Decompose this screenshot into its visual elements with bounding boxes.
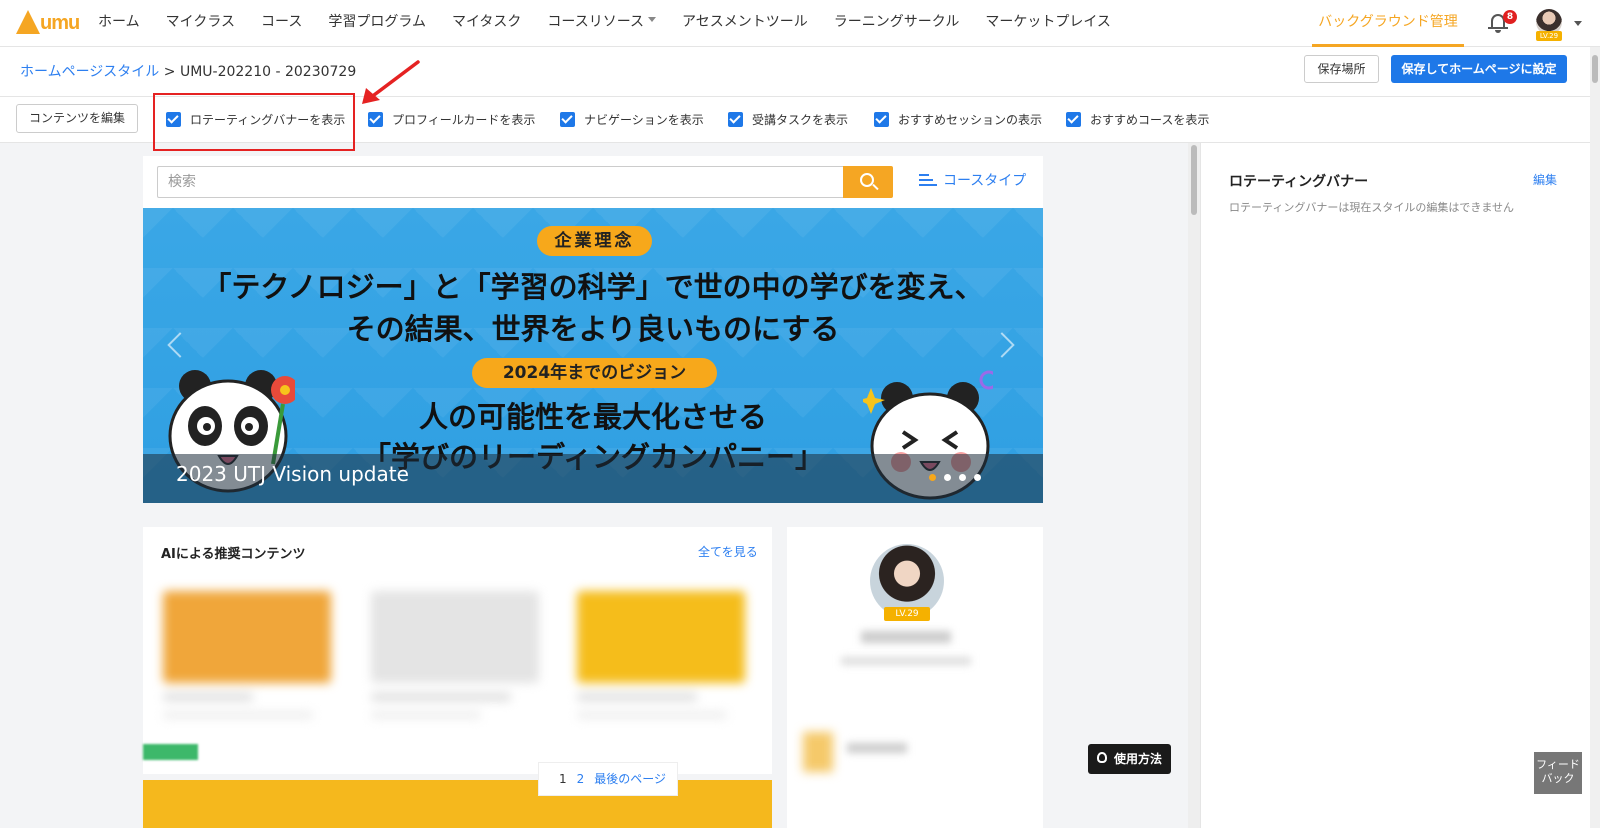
banner-dot[interactable] xyxy=(959,474,966,481)
search-button[interactable] xyxy=(843,166,893,198)
breadcrumb-current: UMU-202210 - 20230729 xyxy=(179,64,357,80)
nav-item-home[interactable]: ホーム xyxy=(98,0,140,47)
homepage-preview: 検索 コースタイプ 企業理念 「テクノロジー」と「学習の科学」で世の中の学びを変… xyxy=(143,156,1043,828)
banner-pill-philosophy: 企業理念 xyxy=(537,226,652,256)
rotating-banner[interactable]: 企業理念 「テクノロジー」と「学習の科学」で世の中の学びを変え、 その結果、世界… xyxy=(143,208,1043,503)
profile-item-blurred xyxy=(803,732,833,772)
main-menu: ホーム マイクラス コース 学習プログラム マイタスク コースリソース アセスメ… xyxy=(98,0,1137,47)
toggle-navigation[interactable]: ナビゲーションを表示 xyxy=(560,111,704,127)
nav-item-learning-program[interactable]: 学習プログラム xyxy=(328,0,426,47)
nav-item-learning-circle[interactable]: ラーニングサークル xyxy=(834,0,960,47)
nav-item-my-class[interactable]: マイクラス xyxy=(166,0,235,47)
umu-logo[interactable]: umu xyxy=(16,8,80,40)
profile-name-blurred xyxy=(861,631,951,643)
course-type-filter[interactable]: コースタイプ xyxy=(919,170,1026,190)
lightbulb-icon xyxy=(1097,752,1107,763)
notification-badge: 8 xyxy=(1503,10,1517,24)
search-icon xyxy=(860,173,874,187)
content-card[interactable] xyxy=(155,581,339,761)
banner-line-2: その結果、世界をより良いものにする xyxy=(346,312,840,346)
nav-item-course-resource-label: コースリソース xyxy=(547,14,645,30)
page-2[interactable]: 2 xyxy=(577,772,585,786)
content-card[interactable] xyxy=(569,581,753,761)
scrollbar-thumb[interactable] xyxy=(1191,145,1197,215)
user-level-badge: LV.29 xyxy=(1536,31,1562,41)
page-1[interactable]: 1 xyxy=(559,772,567,786)
toggle-profile-card[interactable]: プロフィールカードを表示 xyxy=(368,111,535,127)
nav-item-my-task[interactable]: マイタスク xyxy=(452,0,521,47)
banner-caption: 2023 UTJ Vision update xyxy=(176,462,409,486)
checkbox-checked-icon[interactable] xyxy=(728,111,743,127)
annotation-arrow-icon xyxy=(362,60,420,104)
banner-dot[interactable] xyxy=(944,474,951,481)
checkbox-checked-icon[interactable] xyxy=(1066,111,1081,127)
checkbox-checked-icon[interactable] xyxy=(560,111,575,127)
top-navigation: umu ホーム マイクラス コース 学習プログラム マイタスク コースリソース … xyxy=(0,0,1600,47)
panel-title: ロテーティングバナー xyxy=(1229,174,1369,190)
toggle-label: プロフィールカードを表示 xyxy=(392,112,536,127)
save-and-set-homepage-button[interactable]: 保存してホームページに設定 xyxy=(1391,55,1567,83)
tag-badge xyxy=(143,744,198,760)
toggle-label: おすすめセッションの表示 xyxy=(898,112,1043,127)
preview-scrollbar[interactable] xyxy=(1188,143,1200,828)
highlight-annotation-box xyxy=(153,93,355,151)
banner-pagination xyxy=(929,474,989,481)
breadcrumb: ホームページスタイル > UMU-202210 - 20230729 xyxy=(20,61,356,81)
style-header-bar: ホームページスタイル > UMU-202210 - 20230729 保存場所 … xyxy=(0,47,1590,97)
banner-dot[interactable] xyxy=(974,474,981,481)
content-card[interactable] xyxy=(363,581,547,761)
save-location-button[interactable]: 保存場所 xyxy=(1304,55,1379,83)
search-input[interactable]: 検索 xyxy=(157,166,844,198)
breadcrumb-link-homepage-style[interactable]: ホームページスタイル xyxy=(20,64,159,80)
see-all-link[interactable]: 全てを見る xyxy=(698,543,758,560)
profile-info-blurred xyxy=(841,657,971,665)
background-manage-tab[interactable]: バックグラウンド管理 xyxy=(1312,0,1464,47)
nav-item-course-resource[interactable]: コースリソース xyxy=(547,0,657,47)
logo-mark-icon xyxy=(16,10,40,34)
checkbox-checked-icon[interactable] xyxy=(874,111,889,127)
toggle-label: おすすめコースを表示 xyxy=(1090,112,1210,127)
how-to-use-label: 使用方法 xyxy=(1114,752,1163,766)
nav-item-marketplace[interactable]: マーケットプレイス xyxy=(985,0,1111,47)
chevron-down-icon[interactable] xyxy=(1574,21,1582,26)
nav-item-assessment[interactable]: アセスメントツール xyxy=(682,0,808,47)
logo-text: umu xyxy=(40,12,80,34)
profile-level-badge: LV.29 xyxy=(884,607,930,621)
toggle-label: ナビゲーションを表示 xyxy=(584,112,704,127)
banner-line-1: 「テクノロジー」と「学習の科学」で世の中の学びを変え、 xyxy=(202,270,984,304)
pagination: 1 2 最後のページ xyxy=(538,762,678,796)
profile-card: LV.29 xyxy=(787,527,1043,828)
panel-description: ロテーティングバナーは現在スタイルの編集はできません xyxy=(1229,201,1515,214)
filter-list-icon xyxy=(919,173,937,187)
search-panel: 検索 コースタイプ xyxy=(143,156,1043,208)
chevron-down-icon xyxy=(648,16,657,22)
settings-panel: ロテーティングバナー 編集 ロテーティングバナーは現在スタイルの編集はできません xyxy=(1200,143,1590,828)
toggle-recommended-sessions[interactable]: おすすめセッションの表示 xyxy=(874,111,1042,127)
last-page-link[interactable]: 最後のページ xyxy=(594,772,666,786)
profile-item-blurred xyxy=(847,743,907,753)
feedback-button[interactable]: フィードバック xyxy=(1534,752,1582,794)
scrollbar-thumb[interactable] xyxy=(1592,55,1598,83)
section-title: AIによる推奨コンテンツ xyxy=(161,547,306,562)
panel-edit-link[interactable]: 編集 xyxy=(1533,171,1557,188)
toggle-label: 受講タスクを表示 xyxy=(752,112,849,127)
banner-dot[interactable] xyxy=(929,474,936,481)
how-to-use-button[interactable]: 使用方法 xyxy=(1088,744,1171,774)
nav-item-course[interactable]: コース xyxy=(261,0,302,47)
ai-recommended-section: AIによる推奨コンテンツ 全てを見る xyxy=(143,527,772,774)
checkbox-checked-icon[interactable] xyxy=(368,111,383,127)
toggle-recommended-courses[interactable]: おすすめコースを表示 xyxy=(1066,111,1209,127)
page-scrollbar[interactable] xyxy=(1590,47,1600,828)
course-type-label: コースタイプ xyxy=(943,173,1027,189)
breadcrumb-separator: > xyxy=(159,64,180,80)
edit-content-button[interactable]: コンテンツを編集 xyxy=(16,104,138,133)
toggle-enrolled-tasks[interactable]: 受講タスクを表示 xyxy=(728,111,848,127)
banner-pill-vision: 2024年までのビジョン xyxy=(472,358,717,388)
banner-caption-bar: 2023 UTJ Vision update xyxy=(143,454,1043,503)
